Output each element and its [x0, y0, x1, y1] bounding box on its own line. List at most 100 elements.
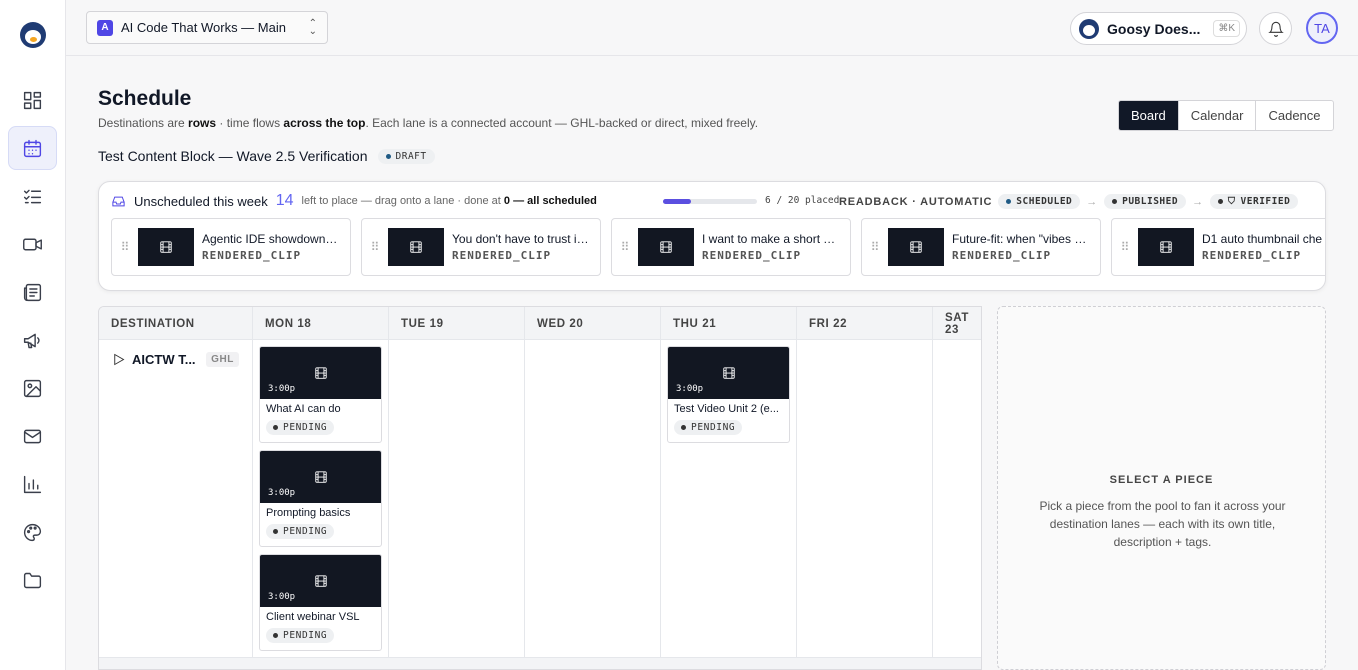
- day-column[interactable]: [252, 340, 253, 657]
- workspace-name: AI Code That Works — Main: [121, 20, 286, 35]
- drag-handle-icon[interactable]: ⠿: [370, 240, 380, 254]
- folder-icon: [23, 572, 42, 588]
- workspace-selector[interactable]: A AI Code That Works — Main ⌃ ⌄: [86, 11, 328, 44]
- sidebar-item-schedule[interactable]: [8, 126, 57, 170]
- col-header-day: THU 21: [660, 307, 716, 340]
- clip-title: Future-fit: when "vibes c...: [952, 232, 1090, 246]
- col-header-day: FRI 22: [796, 307, 847, 340]
- day-column[interactable]: [932, 340, 933, 657]
- placement-count: 6 / 20 placed: [765, 195, 840, 206]
- calendar-icon: [23, 139, 42, 157]
- day-column[interactable]: [796, 340, 797, 657]
- view-switcher: Board Calendar Cadence: [1118, 100, 1334, 131]
- clip-card[interactable]: ⠿ I want to make a short Yo... RENDERED_C…: [611, 218, 851, 276]
- col-header-day: MON 18: [252, 307, 311, 340]
- card-thumbnail: 3:00p: [260, 555, 381, 607]
- unscheduled-pool: Unscheduled this week 14 left to place —…: [98, 181, 1326, 291]
- film-icon: [314, 575, 327, 587]
- clip-type: RENDERED_CLIP: [702, 249, 802, 262]
- film-icon: [722, 367, 735, 379]
- card-thumbnail: 3:00p: [668, 347, 789, 399]
- scheduled-card[interactable]: 3:00p Prompting basics PENDING: [259, 450, 382, 547]
- drag-handle-icon[interactable]: ⠿: [120, 240, 130, 254]
- day-column[interactable]: [660, 340, 661, 657]
- sidebar-item-tasks[interactable]: [8, 174, 57, 218]
- col-header-day: TUE 19: [388, 307, 444, 340]
- sidebar: [0, 0, 66, 670]
- tab-cadence[interactable]: Cadence: [1255, 101, 1332, 130]
- sidebar-item-video[interactable]: [8, 222, 57, 266]
- sidebar-item-analytics[interactable]: [8, 462, 57, 506]
- clip-card[interactable]: ⠿ You don't have to trust it. ... RENDERE…: [361, 218, 601, 276]
- stage-scheduled: SCHEDULED: [998, 194, 1081, 209]
- empty-state-body: Pick a piece from the pool to fan it acr…: [1039, 499, 1286, 549]
- sidebar-item-mail[interactable]: [8, 414, 57, 458]
- film-icon: [160, 241, 172, 253]
- sidebar-item-dashboard[interactable]: [8, 78, 57, 122]
- palette-icon: [24, 523, 42, 541]
- film-icon: [410, 241, 422, 253]
- card-time: 3:00p: [676, 384, 704, 394]
- app-logo[interactable]: [20, 22, 46, 48]
- user-avatar[interactable]: TA: [1306, 12, 1338, 44]
- scheduled-card[interactable]: 3:00p Test Video Unit 2 (e... PENDING: [667, 346, 790, 443]
- clip-thumbnail: [138, 228, 194, 266]
- clip-type: RENDERED_CLIP: [952, 249, 1052, 262]
- clip-card[interactable]: ⠿ Agentic IDE showdown: ... RENDERED_CLIP: [111, 218, 351, 276]
- clip-card[interactable]: ⠿ Future-fit: when "vibes c... RENDERED_C…: [861, 218, 1101, 276]
- tab-calendar[interactable]: Calendar: [1177, 101, 1256, 130]
- account-switcher[interactable]: Goosy Does... ⌘K: [1070, 12, 1247, 45]
- scheduled-card[interactable]: 3:00p Client webinar VSL PENDING: [259, 554, 382, 651]
- dashboard-icon: [23, 91, 42, 109]
- piece-detail-panel: SELECT A PIECE Pick a piece from the poo…: [997, 306, 1326, 670]
- destination-name: AICTW T...: [132, 352, 196, 367]
- destination-lane[interactable]: AICTW T... GHL: [111, 352, 239, 367]
- play-icon: [114, 353, 125, 366]
- drag-handle-icon[interactable]: ⠿: [620, 240, 630, 254]
- col-header-day: SAT 23: [932, 307, 981, 340]
- board-header: DESTINATION MON 18 TUE 19 WED 20 THU 21 …: [99, 307, 981, 340]
- sidebar-item-media[interactable]: [8, 366, 57, 410]
- card-status: PENDING: [266, 420, 335, 435]
- stage-verified: ⛉ VERIFIED: [1209, 194, 1299, 209]
- drag-handle-icon[interactable]: ⠿: [1120, 240, 1130, 254]
- readback-pipeline: READBACK · AUTOMATIC SCHEDULED → PUBLISH…: [839, 194, 1299, 209]
- card-title: Test Video Unit 2 (e...: [674, 403, 779, 415]
- film-icon: [910, 241, 922, 253]
- content-block-header: Test Content Block — Wave 2.5 Verificati…: [98, 148, 435, 164]
- sidebar-item-content[interactable]: [8, 270, 57, 314]
- clip-type: RENDERED_CLIP: [452, 249, 552, 262]
- card-status: PENDING: [266, 524, 335, 539]
- card-thumbnail: 3:00p: [260, 347, 381, 399]
- megaphone-icon: [23, 333, 40, 348]
- card-status: PENDING: [266, 628, 335, 643]
- video-icon: [23, 238, 42, 250]
- chevron-up-down-icon: ⌃ ⌄: [308, 17, 317, 37]
- clip-type: RENDERED_CLIP: [1202, 249, 1302, 262]
- clip-card[interactable]: ⠿ D1 auto thumbnail che RENDERED_CLIP: [1111, 218, 1325, 276]
- day-column[interactable]: [524, 340, 525, 657]
- notifications-button[interactable]: [1259, 12, 1292, 45]
- scheduled-card[interactable]: 3:00p What AI can do PENDING: [259, 346, 382, 443]
- stage-published: PUBLISHED: [1104, 194, 1187, 209]
- card-title: What AI can do: [266, 403, 341, 415]
- card-title: Prompting basics: [266, 507, 351, 519]
- shortcut-hint: ⌘K: [1213, 20, 1240, 37]
- newspaper-icon: [23, 283, 42, 301]
- sidebar-item-campaigns[interactable]: [8, 318, 57, 362]
- schedule-board: DESTINATION MON 18 TUE 19 WED 20 THU 21 …: [98, 306, 982, 670]
- day-column[interactable]: [388, 340, 389, 657]
- destination-tag: GHL: [206, 352, 239, 367]
- inbox-icon: [112, 196, 125, 206]
- clip-thumbnail: [888, 228, 944, 266]
- sidebar-item-files[interactable]: [8, 558, 57, 602]
- card-title: Client webinar VSL: [266, 611, 360, 623]
- film-icon: [660, 241, 672, 253]
- clip-thumbnail: [638, 228, 694, 266]
- tab-board[interactable]: Board: [1119, 101, 1178, 130]
- sidebar-item-brand[interactable]: [8, 510, 57, 554]
- clip-type: RENDERED_CLIP: [202, 249, 302, 262]
- status-badge: DRAFT: [377, 148, 435, 164]
- drag-handle-icon[interactable]: ⠿: [870, 240, 880, 254]
- image-icon: [23, 379, 42, 397]
